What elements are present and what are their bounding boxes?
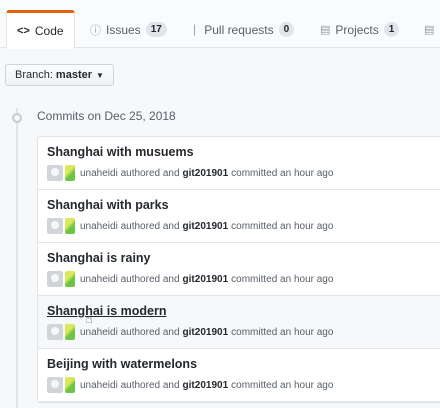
branch-label: Branch: xyxy=(15,69,53,81)
authored-text: authored and xyxy=(120,273,180,285)
committer-avatar[interactable] xyxy=(65,324,75,340)
authored-text: authored and xyxy=(120,379,180,391)
branch-select-button[interactable]: Branch: master ▼ xyxy=(5,64,114,86)
tab-pull-requests[interactable]: ❘ Pull requests 0 xyxy=(180,10,304,49)
commit-meta: unaheidi authored and git201901 committe… xyxy=(47,324,440,340)
commit-row: Shanghai is modern unaheidi authored and… xyxy=(38,296,440,349)
branch-name: master xyxy=(55,69,92,81)
commits-date-heading: Commits on Dec 25, 2018 xyxy=(37,109,176,123)
tab-projects[interactable]: ▤ Projects 1 xyxy=(310,10,409,49)
commit-title-link[interactable]: Beijing with watermelons xyxy=(47,357,440,374)
tab-pull-requests-label: Pull requests xyxy=(204,22,274,37)
committed-text: committed an hour ago xyxy=(231,379,334,391)
committed-text: committed an hour ago xyxy=(231,273,334,285)
commit-committer[interactable]: git201901 xyxy=(183,274,229,285)
wiki-icon: ▤ xyxy=(424,24,435,36)
committed-text: committed an hour ago xyxy=(231,167,334,179)
hand-cursor-icon: ☝ xyxy=(85,311,93,326)
author-avatar[interactable] xyxy=(47,165,63,181)
commit-row: Shanghai with musuems unaheidi authored … xyxy=(38,137,440,190)
commit-committer[interactable]: git201901 xyxy=(183,380,229,391)
issue-icon: ⓘ xyxy=(90,24,101,37)
commit-list: Shanghai with musuems unaheidi authored … xyxy=(37,136,440,403)
pull-requests-count-badge: 0 xyxy=(278,22,295,37)
author-avatar[interactable] xyxy=(47,218,63,234)
committed-text: committed an hour ago xyxy=(231,220,334,232)
author-avatar[interactable] xyxy=(47,271,63,287)
commit-committer[interactable]: git201901 xyxy=(183,168,229,179)
commit-title-link[interactable]: Shanghai is rainy xyxy=(47,251,440,268)
commit-committer[interactable]: git201901 xyxy=(183,327,229,338)
project-icon: ▤ xyxy=(320,24,331,36)
committer-avatar[interactable] xyxy=(65,377,75,393)
tab-code-label: Code xyxy=(34,23,64,38)
commit-title-link[interactable]: Shanghai with parks xyxy=(47,198,440,215)
commit-row: Shanghai with parks unaheidi authored an… xyxy=(38,190,440,243)
authored-text: authored and xyxy=(120,167,180,179)
commit-author[interactable]: unaheidi xyxy=(80,274,118,285)
commit-author[interactable]: unaheidi xyxy=(80,327,118,338)
committer-avatar[interactable] xyxy=(65,165,75,181)
author-avatar[interactable] xyxy=(47,324,63,340)
timeline-line xyxy=(16,108,18,408)
commit-author[interactable]: unaheidi xyxy=(80,168,118,179)
commit-committer[interactable]: git201901 xyxy=(183,221,229,232)
commit-meta: unaheidi authored and git201901 committe… xyxy=(47,165,440,181)
tab-code[interactable]: <> Code xyxy=(6,10,75,49)
committer-avatar[interactable] xyxy=(65,271,75,287)
commit-author[interactable]: unaheidi xyxy=(80,380,118,391)
committer-avatar[interactable] xyxy=(65,218,75,234)
tab-issues-label: Issues xyxy=(106,22,141,37)
commit-group-icon xyxy=(12,113,22,123)
tab-issues[interactable]: ⓘ Issues 17 xyxy=(80,10,177,49)
code-icon: <> xyxy=(17,24,30,37)
tab-wiki[interactable]: ▤ xyxy=(414,10,440,49)
tab-projects-label: Projects xyxy=(335,22,379,37)
issues-count-badge: 17 xyxy=(145,22,167,37)
commit-row: Shanghai is rainy unaheidi authored and … xyxy=(38,243,440,296)
authored-text: authored and xyxy=(120,220,180,232)
commit-row: Beijing with watermelons unaheidi author… xyxy=(38,349,440,402)
commit-meta: unaheidi authored and git201901 committe… xyxy=(47,271,440,287)
author-avatar[interactable] xyxy=(47,377,63,393)
commit-meta: unaheidi authored and git201901 committe… xyxy=(47,377,440,393)
commit-title-link[interactable]: Shanghai is modern xyxy=(47,304,440,321)
caret-down-icon: ▼ xyxy=(96,70,104,80)
authored-text: authored and xyxy=(120,326,180,338)
projects-count-badge: 1 xyxy=(383,22,400,37)
commit-title-link[interactable]: Shanghai with musuems xyxy=(47,145,440,162)
commit-meta: unaheidi authored and git201901 committe… xyxy=(47,218,440,234)
commit-author[interactable]: unaheidi xyxy=(80,221,118,232)
repo-nav-tabs: <> Code ⓘ Issues 17 ❘ Pull requests 0 ▤ … xyxy=(0,0,440,49)
pull-request-icon: ❘ xyxy=(190,24,200,36)
committed-text: committed an hour ago xyxy=(231,326,334,338)
